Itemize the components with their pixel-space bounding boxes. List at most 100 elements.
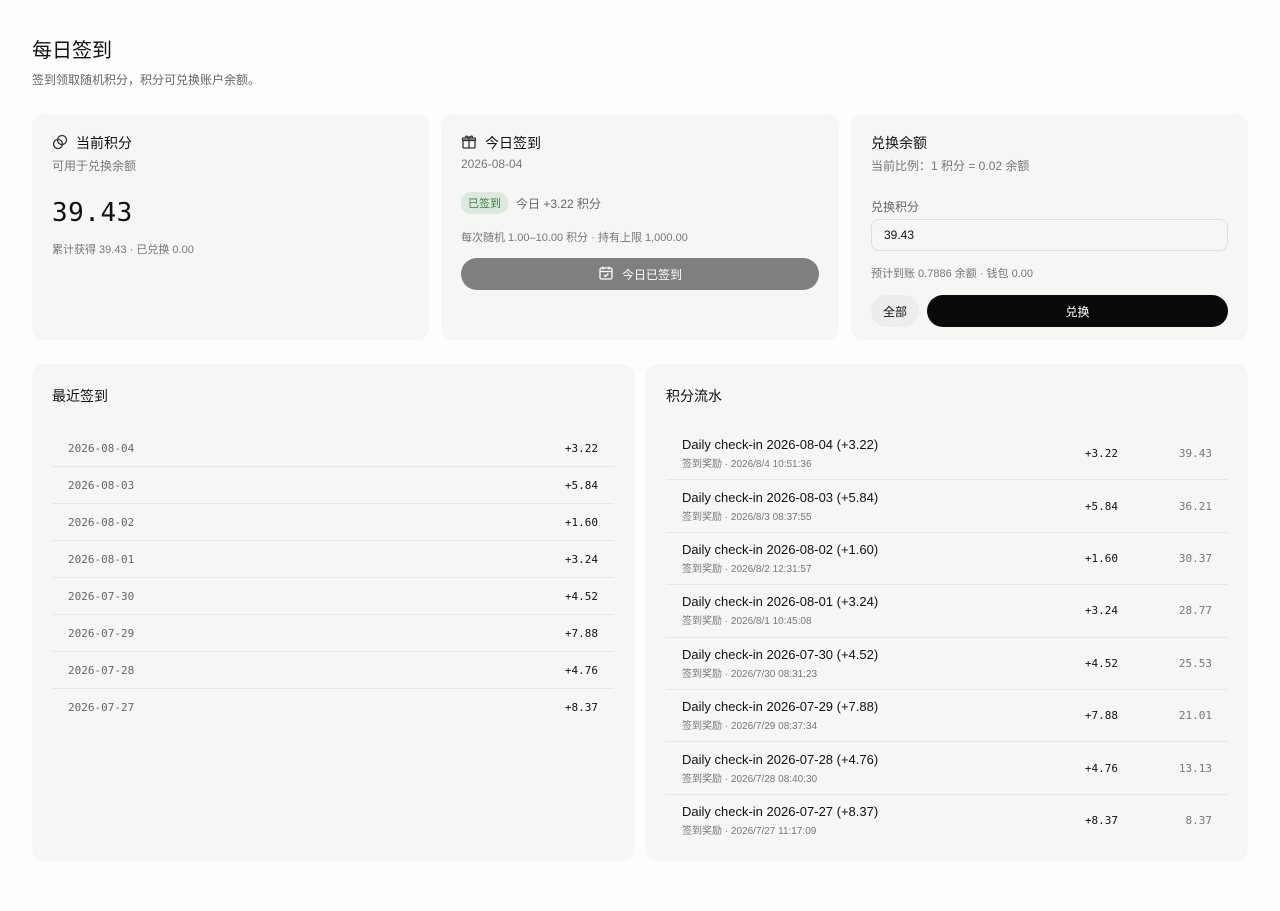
list-item: 2026-08-03 +5.84 <box>52 467 614 504</box>
points-value: 39.43 <box>52 198 133 228</box>
ledger-entry-subtitle: 签到奖励 · 2026/8/4 10:51:36 <box>682 459 812 471</box>
points-meta: 累计获得 39.43 · 已兑换 0.00 <box>52 244 194 256</box>
ledger-entry-text: Daily check-in 2026-08-02 (+1.60) 签到奖励 · … <box>682 542 1038 575</box>
status-badge: 已签到 <box>461 192 508 214</box>
ledger-balance: 36.21 <box>1178 499 1212 513</box>
coins-icon <box>52 134 68 153</box>
ledger-entry-text: Daily check-in 2026-08-01 (+3.24) 签到奖励 · … <box>682 594 1038 627</box>
checkin-date: 2026-08-04 <box>461 157 523 171</box>
checked-in-button[interactable]: 今日已签到 <box>461 258 819 290</box>
points-card-header: 当前积分 <box>52 134 409 152</box>
ledger-entry-title: Daily check-in 2026-07-28 (+4.76) <box>682 751 879 767</box>
exchange-card: 兑换余额 当前比例：1 积分 = 0.02 余额 兑换积分 预计到账 0.788… <box>851 114 1248 340</box>
list-item: 2026-07-29 +7.88 <box>52 615 614 652</box>
ledger-entry-text: Daily check-in 2026-07-29 (+7.88) 签到奖励 · … <box>682 699 1038 732</box>
exchange-card-title: 兑换余额 <box>871 135 927 151</box>
recent-date: 2026-07-28 <box>68 663 135 677</box>
exchange-field-label: 兑换积分 <box>871 200 920 214</box>
recent-date: 2026-07-29 <box>68 626 135 640</box>
ledger-entry-subtitle: 签到奖励 · 2026/7/29 08:37:34 <box>682 721 818 733</box>
gift-icon <box>461 134 477 153</box>
ledger-balance: 25.53 <box>1178 656 1212 670</box>
checked-in-button-label: 今日已签到 <box>621 267 682 282</box>
all-button[interactable]: 全部 <box>871 295 920 327</box>
ledger-entry-text: Daily check-in 2026-07-28 (+4.76) 签到奖励 · … <box>682 752 1038 785</box>
exchange-estimate: 预计到账 0.7886 余额 · 钱包 0.00 <box>871 268 1033 280</box>
checkin-card-title: 今日签到 <box>485 135 541 151</box>
calendar-check-icon <box>598 265 614 284</box>
ledger-entry-title: Daily check-in 2026-07-27 (+8.37) <box>682 804 879 820</box>
checkin-rule: 每次随机 1.00–10.00 积分 · 持有上限 1,000.00 <box>461 232 688 244</box>
table-row: Daily check-in 2026-07-28 (+4.76) 签到奖励 · … <box>666 742 1228 795</box>
ledger-amount: +3.22 <box>1084 447 1118 461</box>
page-title: 每日签到 <box>32 40 112 62</box>
ledger-amount: +1.60 <box>1084 551 1118 565</box>
recent-date: 2026-08-01 <box>68 552 135 566</box>
table-row: Daily check-in 2026-08-01 (+3.24) 签到奖励 · … <box>666 585 1228 638</box>
recent-date: 2026-08-03 <box>68 478 135 492</box>
ledger-entry-title: Daily check-in 2026-08-04 (+3.22) <box>682 437 879 453</box>
ledger-amount: +4.76 <box>1084 761 1118 775</box>
list-item: 2026-07-28 +4.76 <box>52 652 614 689</box>
ledger-entry-subtitle: 签到奖励 · 2026/8/2 12:31:57 <box>682 563 812 575</box>
recent-list: 2026-08-04 +3.22 2026-08-03 +5.84 2026-08-02… <box>52 430 614 726</box>
ledger-entry-text: Daily check-in 2026-08-04 (+3.22) 签到奖励 · … <box>682 437 1038 470</box>
ledger-panel: 积分流水 Daily check-in 2026-08-04 (+3.22) 签到… <box>646 364 1248 861</box>
table-row: Daily check-in 2026-07-29 (+7.88) 签到奖励 · … <box>666 690 1228 743</box>
summary-cards: 当前积分 可用于兑换余额 39.43 累计获得 39.43 · 已兑换 0.00… <box>32 114 1248 340</box>
ledger-entry-title: Daily check-in 2026-08-01 (+3.24) <box>682 594 879 610</box>
recent-amount: +1.60 <box>564 515 598 529</box>
ledger-entry-title: Daily check-in 2026-07-29 (+7.88) <box>682 699 879 715</box>
ledger-balance: 13.13 <box>1178 761 1212 775</box>
exchange-actions: 全部 兑换 <box>871 295 1228 327</box>
table-row: Daily check-in 2026-07-27 (+8.37) 签到奖励 · … <box>666 795 1228 847</box>
page-subtitle: 签到领取随机积分，积分可兑换账户余额。 <box>32 73 261 87</box>
recent-amount: +8.37 <box>564 701 598 714</box>
ledger-amount: +3.24 <box>1084 604 1118 618</box>
recent-title: 最近签到 <box>52 388 108 404</box>
checkin-card: 今日签到 2026-08-04 已签到 今日 +3.22 积分 每次随机 1.0… <box>441 114 839 340</box>
recent-amount: +4.76 <box>564 663 598 677</box>
exchange-button[interactable]: 兑换 <box>927 295 1228 327</box>
points-card: 当前积分 可用于兑换余额 39.43 累计获得 39.43 · 已兑换 0.00 <box>32 114 429 340</box>
exchange-points-input[interactable] <box>871 219 1228 251</box>
ledger-amount: +4.52 <box>1084 656 1118 670</box>
recent-amount: +5.84 <box>564 478 598 492</box>
table-row: Daily check-in 2026-08-03 (+5.84) 签到奖励 · … <box>666 480 1228 533</box>
table-row: Daily check-in 2026-08-04 (+3.22) 签到奖励 · … <box>666 428 1228 481</box>
today-points: 今日 +3.22 积分 <box>516 196 602 211</box>
recent-amount: +4.52 <box>564 589 598 603</box>
checkin-card-header: 今日签到 <box>461 134 819 152</box>
recent-date: 2026-08-02 <box>68 515 135 529</box>
ledger-entry-text: Daily check-in 2026-08-03 (+5.84) 签到奖励 · … <box>682 490 1038 523</box>
ledger-balance: 28.77 <box>1178 604 1212 618</box>
list-item: 2026-07-30 +4.52 <box>52 578 614 615</box>
ledger-entry-title: Daily check-in 2026-08-02 (+1.60) <box>682 541 879 557</box>
ledger-balance: 8.37 <box>1185 814 1213 828</box>
points-card-desc: 可用于兑换余额 <box>52 159 137 173</box>
recent-amount: +3.24 <box>564 552 598 566</box>
ledger-entry-subtitle: 签到奖励 · 2026/8/3 08:37:55 <box>682 511 812 523</box>
table-row: Daily check-in 2026-07-30 (+4.52) 签到奖励 · … <box>666 638 1228 690</box>
exchange-ratio: 当前比例：1 积分 = 0.02 余额 <box>871 159 1030 173</box>
recent-date: 2026-07-27 <box>68 701 135 714</box>
points-card-title: 当前积分 <box>76 135 132 151</box>
ledger-title: 积分流水 <box>666 388 722 404</box>
list-item: 2026-07-27 +8.37 <box>52 689 614 726</box>
page: 每日签到 签到领取随机积分，积分可兑换账户余额。 当前积分 可用于兑换余额 39… <box>0 0 1280 911</box>
ledger-entry-subtitle: 签到奖励 · 2026/7/30 08:31:23 <box>682 668 818 680</box>
ledger-entry-subtitle: 签到奖励 · 2026/7/28 08:40:30 <box>682 773 818 785</box>
ledger-balance: 39.43 <box>1178 447 1212 461</box>
history-panels: 最近签到 2026-08-04 +3.22 2026-08-03 +5.84 2026-… <box>32 364 1248 861</box>
recent-date: 2026-08-04 <box>68 441 135 455</box>
checkin-status-row: 已签到 今日 +3.22 积分 <box>461 192 819 214</box>
list-item: 2026-08-02 +1.60 <box>52 504 614 541</box>
ledger-list: Daily check-in 2026-08-04 (+3.22) 签到奖励 · … <box>666 428 1228 847</box>
ledger-balance: 21.01 <box>1178 709 1212 723</box>
list-item: 2026-08-04 +3.22 <box>52 430 614 467</box>
list-item: 2026-08-01 +3.24 <box>52 541 614 578</box>
ledger-entry-text: Daily check-in 2026-07-27 (+8.37) 签到奖励 · … <box>682 804 1038 837</box>
ledger-entry-text: Daily check-in 2026-07-30 (+4.52) 签到奖励 · … <box>682 647 1038 680</box>
recent-amount: +7.88 <box>564 626 598 640</box>
recent-date: 2026-07-30 <box>68 589 135 603</box>
